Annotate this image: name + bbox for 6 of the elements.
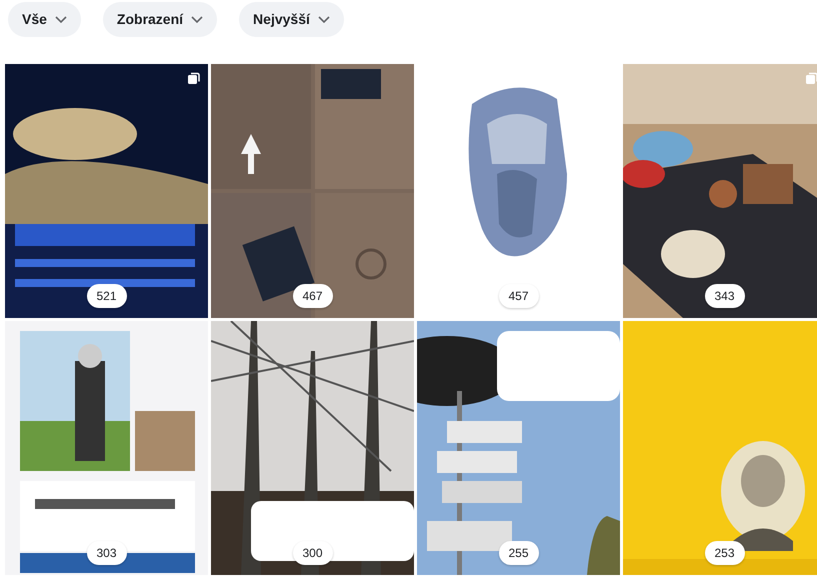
chevron-down-icon bbox=[191, 16, 204, 24]
chevron-down-icon bbox=[54, 16, 67, 24]
filter-dropdown[interactable]: Vše bbox=[8, 2, 81, 37]
filter-dropdown[interactable]: Zobrazení bbox=[102, 2, 218, 37]
filter-dropdown[interactable]: Nejvyšší bbox=[239, 2, 344, 37]
chevron-down-icon bbox=[318, 16, 330, 24]
